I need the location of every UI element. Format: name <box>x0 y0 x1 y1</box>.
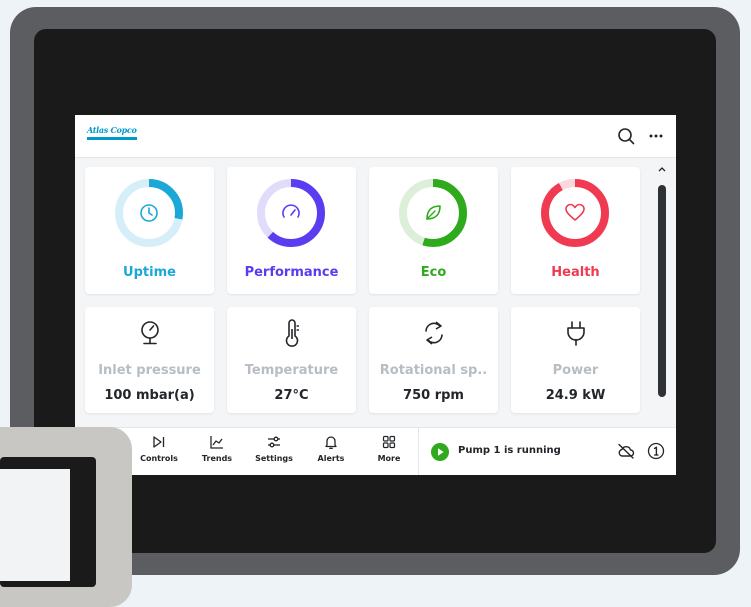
kpi-card-performance[interactable]: Performance <box>227 167 356 294</box>
sliders-icon <box>268 436 280 448</box>
clock-icon <box>140 204 158 222</box>
scrollbar-thumb[interactable] <box>658 185 666 397</box>
bell-icon <box>325 436 337 449</box>
hmi-screen: Atlas Copco Uptime Performance Eco Healt… <box>75 115 676 475</box>
top-bar: Atlas Copco <box>75 115 676 158</box>
metric-value: 24.9 kW <box>545 388 606 403</box>
metric-card-temperature[interactable]: Temperature 27°C <box>227 307 356 413</box>
nav-item-more[interactable]: More <box>364 434 414 470</box>
nav-item-controls[interactable]: Controls <box>134 434 184 470</box>
logo-text: Atlas Copco <box>87 125 137 135</box>
metric-card-rotational-speed[interactable]: Rotational sp.. 750 rpm <box>369 307 498 413</box>
metric-label: Inlet pressure <box>98 363 201 378</box>
trend-chart-icon <box>210 436 223 449</box>
nav-label: More <box>377 454 401 463</box>
kpi-card-eco[interactable]: Eco <box>369 167 498 294</box>
nav-item-settings[interactable]: Settings <box>249 434 299 470</box>
cloud-off-icon[interactable] <box>616 441 636 461</box>
metric-label: Rotational sp.. <box>379 363 488 378</box>
nav-label: Settings <box>255 454 293 463</box>
bottom-divider <box>418 428 419 475</box>
metric-value: 27°C <box>274 388 309 403</box>
nav-label: Trends <box>201 454 233 463</box>
search-icon[interactable] <box>616 126 636 146</box>
performance-ring <box>257 179 325 247</box>
kpi-card-uptime[interactable]: Uptime <box>85 167 214 294</box>
plug-icon <box>567 321 585 346</box>
health-ring <box>541 179 609 247</box>
badge-1-icon[interactable] <box>646 441 666 461</box>
leaf-icon <box>426 205 441 220</box>
secondary-screen-content <box>0 469 70 581</box>
scrollbar[interactable] <box>655 161 669 401</box>
thermometer-icon <box>285 319 299 347</box>
chevron-up-icon[interactable] <box>657 165 667 173</box>
metric-card-inlet-pressure[interactable]: Inlet pressure 100 mbar(a) <box>85 307 214 413</box>
kpi-label: Performance <box>244 265 339 280</box>
running-play-icon <box>431 443 449 461</box>
atlas-copco-logo: Atlas Copco <box>87 125 137 145</box>
metric-value: 750 rpm <box>403 388 464 403</box>
heart-icon <box>565 203 585 221</box>
eco-ring <box>399 179 467 247</box>
nav-label: Controls <box>140 454 178 463</box>
grid-icon <box>382 435 396 449</box>
secondary-device-screen <box>0 457 96 587</box>
nav-item-alerts[interactable]: Alerts <box>306 434 356 470</box>
metric-label: Temperature <box>244 363 339 378</box>
bottom-bar: Controls Trends Settings Alerts More Pum… <box>75 427 676 475</box>
uptime-ring <box>115 179 183 247</box>
gauge-icon <box>282 204 300 218</box>
nav-label: Alerts <box>317 454 345 463</box>
kpi-label: Eco <box>420 265 447 280</box>
kpi-label: Health <box>551 265 600 280</box>
kpi-card-health[interactable]: Health <box>511 167 640 294</box>
kpi-label: Uptime <box>123 265 176 280</box>
play-pause-icon <box>153 436 165 448</box>
metric-card-power[interactable]: Power 24.9 kW <box>511 307 640 413</box>
rotation-icon <box>425 321 443 345</box>
metric-label: Power <box>552 363 599 378</box>
nav-item-trends[interactable]: Trends <box>192 434 242 470</box>
more-horizontal-icon[interactable] <box>646 126 666 146</box>
pressure-gauge-icon <box>141 321 159 345</box>
metric-value: 100 mbar(a) <box>104 388 195 403</box>
pump-status-text: Pump 1 is running <box>458 445 561 456</box>
secondary-device <box>0 427 132 607</box>
